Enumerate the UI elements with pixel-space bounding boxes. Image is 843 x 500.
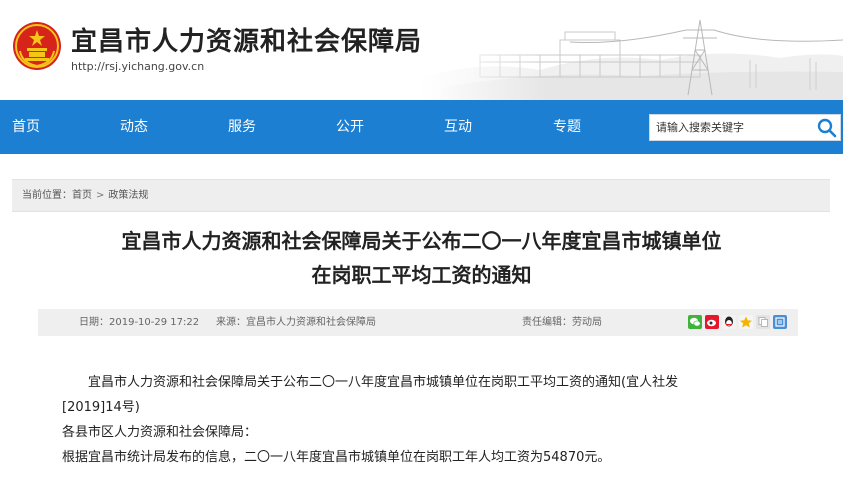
site-header: 宜昌市人力资源和社会保障局 http://rsj.yichang.gov.cn	[0, 0, 843, 100]
weibo-icon[interactable]	[705, 315, 719, 329]
favorite-icon[interactable]	[773, 315, 787, 329]
article-meta-bar: 日期：2019-10-29 17:22 来源：宜昌市人力资源和社会保障局 责任编…	[38, 309, 798, 336]
nav-item-interaction[interactable]: 互动	[444, 100, 472, 154]
article-title-line-1: 宜昌市人力资源和社会保障局关于公布二〇一八年度宜昌市城镇单位	[121, 229, 722, 253]
breadcrumb-separator: >	[96, 190, 105, 201]
qzone-icon[interactable]	[739, 315, 753, 329]
site-title: 宜昌市人力资源和社会保障局	[71, 27, 423, 57]
search-icon[interactable]	[816, 117, 838, 139]
article-title: 宜昌市人力资源和社会保障局关于公布二〇一八年度宜昌市城镇单位 在岗职工平均工资的…	[0, 224, 843, 292]
responsible-editor: 责任编辑：劳动局	[522, 317, 602, 328]
search-box	[649, 114, 841, 141]
breadcrumb: 当前位置：首页 > 政策法规	[12, 179, 830, 212]
nav-item-topics[interactable]: 专题	[553, 100, 581, 154]
breadcrumb-policy-link[interactable]: 政策法规	[108, 180, 148, 211]
body-paragraph-title: 宜昌市人力资源和社会保障局关于公布二〇一八年度宜昌市城镇单位在岗职工平均工资的通…	[88, 375, 679, 390]
search-input[interactable]	[650, 115, 814, 140]
body-paragraph-doc-number: [2019]14号)	[62, 400, 140, 415]
nav-item-home[interactable]: 首页	[12, 100, 40, 154]
qq-icon[interactable]	[722, 315, 736, 329]
nav-item-services[interactable]: 服务	[228, 100, 256, 154]
article-title-line-2: 在岗职工平均工资的通知	[311, 263, 532, 287]
wechat-icon[interactable]	[688, 315, 702, 329]
site-url: http://rsj.yichang.gov.cn	[71, 60, 205, 73]
body-paragraph-addressee: 各县市区人力资源和社会保障局：	[62, 425, 258, 440]
national-emblem-icon	[13, 22, 61, 70]
nav-item-news[interactable]: 动态	[120, 100, 148, 154]
article-source: 来源：宜昌市人力资源和社会保障局	[216, 317, 376, 328]
main-nav: 首页 动态 服务 公开 互动 专题	[0, 100, 843, 154]
dam-landscape-illustration	[420, 0, 843, 100]
breadcrumb-home-link[interactable]: 首页	[72, 180, 92, 211]
article-body: 宜昌市人力资源和社会保障局关于公布二〇一八年度宜昌市城镇单位在岗职工平均工资的通…	[62, 370, 802, 470]
publish-date: 日期：2019-10-29 17:22	[79, 317, 200, 328]
nav-item-disclosure[interactable]: 公开	[336, 100, 364, 154]
body-paragraph-content: 根据宜昌市统计局发布的信息，二〇一八年度宜昌市城镇单位在岗职工年人均工资为548…	[62, 450, 611, 465]
copy-icon[interactable]	[756, 315, 770, 329]
breadcrumb-label: 当前位置：	[22, 190, 72, 201]
